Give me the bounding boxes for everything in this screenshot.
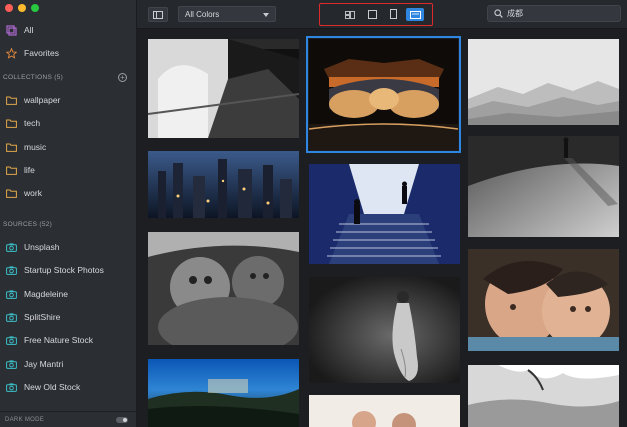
landscape-layout-icon xyxy=(409,6,421,24)
sidebar-item-free-nature-stock[interactable]: Free Nature Stock xyxy=(0,329,136,351)
app-window: All Favorites COLLECTIONS (5) + wallpape… xyxy=(0,0,627,427)
folder-icon xyxy=(4,186,18,200)
photo-tile[interactable] xyxy=(309,277,460,383)
camera-icon xyxy=(4,287,18,301)
view-square-button[interactable] xyxy=(363,8,381,21)
sidebar-item-tech[interactable]: tech xyxy=(0,112,136,134)
sidebar-item-splitshire[interactable]: SplitShire xyxy=(0,306,136,328)
square-layout-icon xyxy=(367,6,377,24)
view-portrait-button[interactable] xyxy=(384,8,402,21)
star-icon xyxy=(4,46,18,60)
folder-icon xyxy=(4,163,18,177)
sidebar-icon xyxy=(153,6,163,24)
sidebar-item-label: Startup Stock Photos xyxy=(24,265,104,275)
add-collection-button[interactable]: + xyxy=(118,73,127,82)
dark-mode-bar: DARK MODE xyxy=(0,411,136,427)
sidebar-item-label: life xyxy=(24,165,35,175)
sidebar-item-music[interactable]: music xyxy=(0,136,136,158)
photo-tile[interactable] xyxy=(148,151,299,218)
toggle-sidebar-button[interactable] xyxy=(148,7,168,22)
sidebar-item-wallpaper[interactable]: wallpaper xyxy=(0,89,136,111)
camera-icon xyxy=(4,333,18,347)
collections-section-title: COLLECTIONS (5) xyxy=(3,74,64,81)
sidebar-item-jay-mantri[interactable]: Jay Mantri xyxy=(0,353,136,375)
sidebar: All Favorites COLLECTIONS (5) + wallpape… xyxy=(0,0,137,427)
camera-icon xyxy=(4,357,18,371)
photo-tile[interactable] xyxy=(468,39,619,125)
photo-tile[interactable] xyxy=(309,395,460,427)
camera-icon xyxy=(4,263,18,277)
sidebar-item-label: Free Nature Stock xyxy=(24,335,93,345)
folder-icon xyxy=(4,93,18,107)
toolbar: All Colors 成都 xyxy=(137,0,627,29)
view-masonry-button[interactable] xyxy=(341,8,359,21)
sidebar-item-all[interactable]: All xyxy=(0,19,136,41)
sidebar-item-startup-stock-photos[interactable]: Startup Stock Photos xyxy=(0,259,136,281)
search-value: 成都 xyxy=(507,9,523,18)
camera-icon xyxy=(4,240,18,254)
folder-icon xyxy=(4,116,18,130)
photo-tile[interactable] xyxy=(148,232,299,345)
masonry-layout-icon xyxy=(345,6,355,24)
photo-tile[interactable] xyxy=(309,164,460,264)
color-filter-value: All Colors xyxy=(185,9,220,19)
view-mode-group xyxy=(319,3,433,26)
photo-tile[interactable] xyxy=(148,39,299,138)
sidebar-item-label: SplitShire xyxy=(24,312,61,322)
sidebar-item-label: Jay Mantri xyxy=(24,359,64,369)
photo-tile[interactable] xyxy=(468,365,619,427)
window-controls xyxy=(5,4,39,12)
sidebar-item-label: work xyxy=(24,188,42,198)
sidebar-item-label: tech xyxy=(24,118,41,128)
sidebar-item-label: music xyxy=(24,142,47,152)
sidebar-item-magdeleine[interactable]: Magdeleine xyxy=(0,283,136,305)
chevron-down-icon xyxy=(263,13,269,17)
sidebar-item-label: wallpaper xyxy=(24,95,61,105)
maximize-window-button[interactable] xyxy=(31,4,39,12)
sidebar-item-unsplash[interactable]: Unsplash xyxy=(0,236,136,258)
sidebar-item-label: New Old Stock xyxy=(24,382,81,392)
view-landscape-button[interactable] xyxy=(406,8,424,21)
close-window-button[interactable] xyxy=(5,4,13,12)
minimize-window-button[interactable] xyxy=(18,4,26,12)
dark-mode-label: DARK MODE xyxy=(5,416,45,423)
photo-tile-selected[interactable] xyxy=(306,36,461,153)
sidebar-item-work[interactable]: work xyxy=(0,182,136,204)
photo-grid xyxy=(137,29,627,427)
sidebar-item-label: All xyxy=(24,25,34,35)
search-input[interactable]: 成都 xyxy=(487,5,621,22)
photo-tile[interactable] xyxy=(468,136,619,237)
photo-tile[interactable] xyxy=(148,359,299,427)
folder-icon xyxy=(4,140,18,154)
sidebar-item-label: Magdeleine xyxy=(24,289,68,299)
sidebar-item-life[interactable]: life xyxy=(0,159,136,181)
color-filter-select[interactable]: All Colors xyxy=(178,6,276,22)
camera-icon xyxy=(4,380,18,394)
sidebar-item-label: Favorites xyxy=(24,48,59,58)
sidebar-item-new-old-stock[interactable]: New Old Stock xyxy=(0,376,136,398)
sidebar-item-label: Unsplash xyxy=(24,242,60,252)
photo-tile[interactable] xyxy=(468,249,619,351)
collection-icon xyxy=(4,23,18,37)
portrait-layout-icon xyxy=(389,6,397,24)
sidebar-item-favorites[interactable]: Favorites xyxy=(0,42,136,64)
dark-mode-toggle[interactable] xyxy=(116,417,128,423)
search-icon xyxy=(494,9,503,18)
sources-section-title: SOURCES (52) xyxy=(3,221,53,228)
camera-icon xyxy=(4,310,18,324)
